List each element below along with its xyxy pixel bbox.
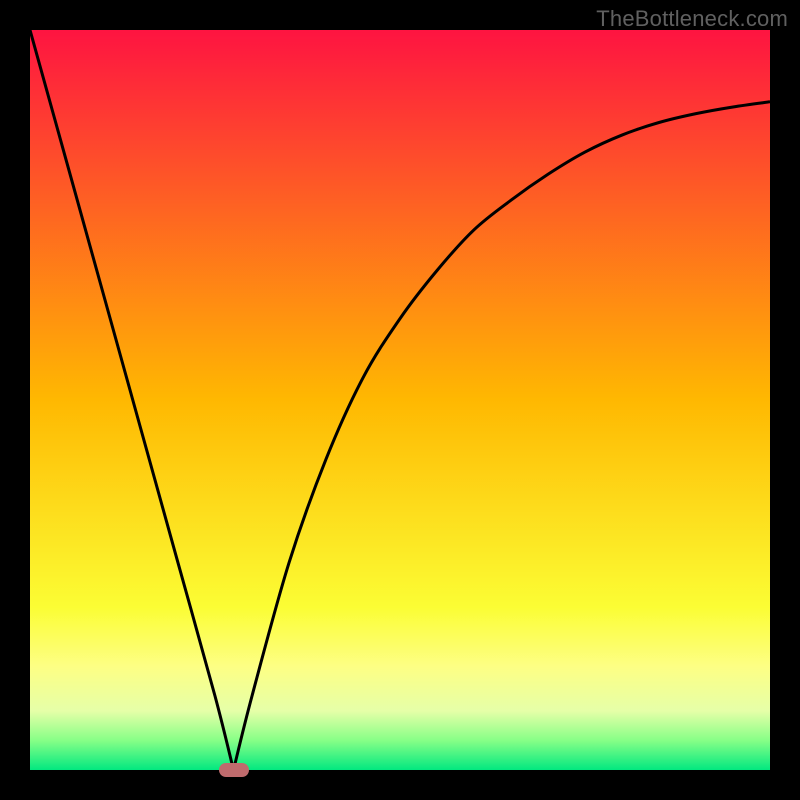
optimum-marker	[219, 763, 249, 777]
chart-frame: TheBottleneck.com	[0, 0, 800, 800]
curve-layer	[30, 30, 770, 770]
watermark-text: TheBottleneck.com	[596, 6, 788, 32]
plot-area	[30, 30, 770, 770]
curve-right-branch	[234, 102, 771, 770]
curve-left-branch	[30, 30, 234, 770]
